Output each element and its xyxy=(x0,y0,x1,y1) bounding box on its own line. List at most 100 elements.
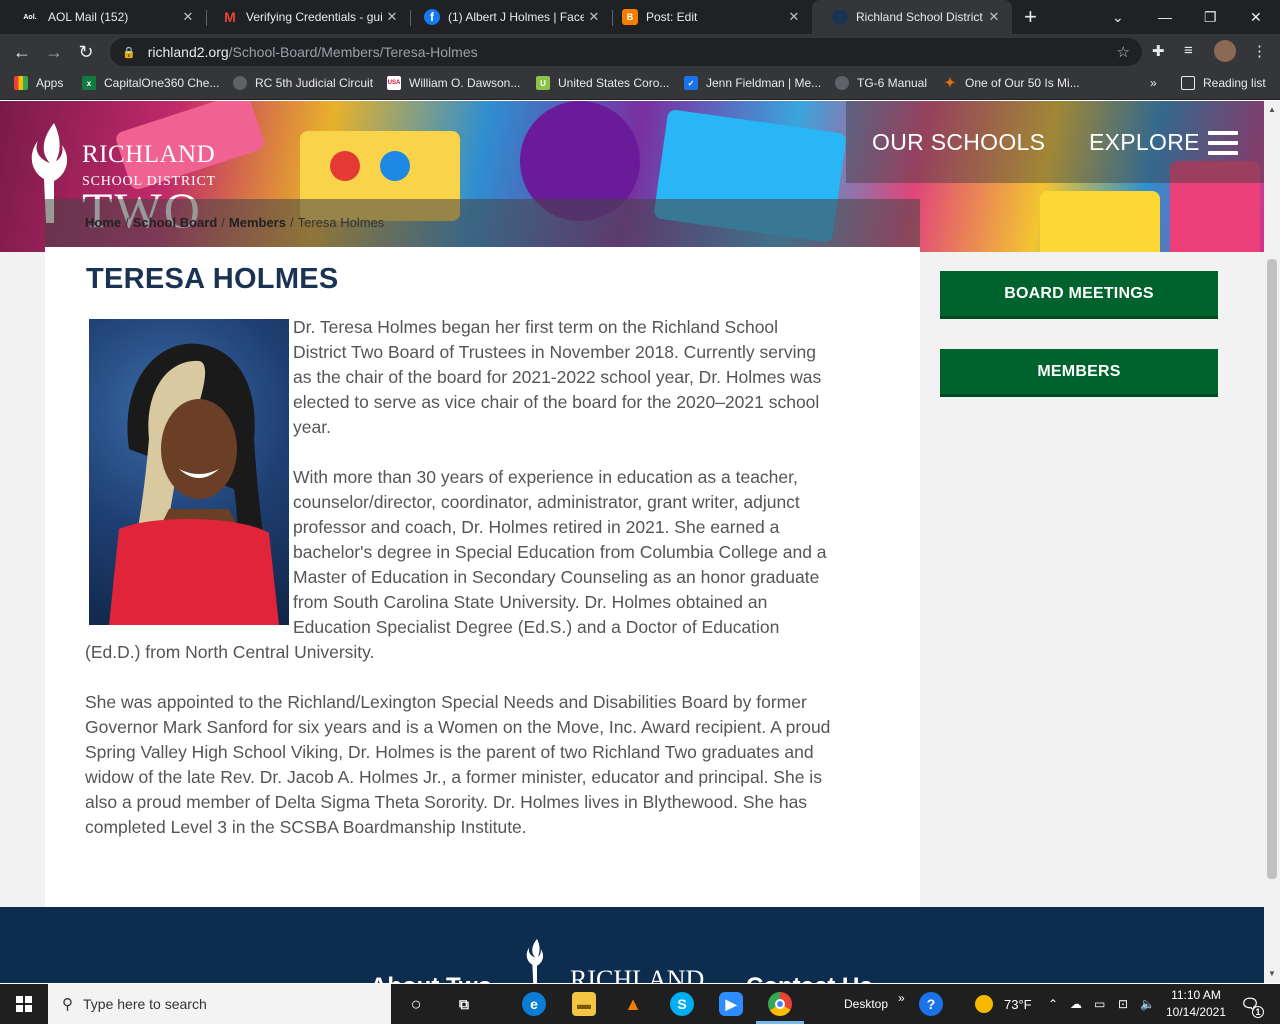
apps-grid-icon xyxy=(14,76,28,90)
reading-list-button[interactable]: Reading list xyxy=(1181,76,1266,90)
nav-explore[interactable]: EXPLORE xyxy=(1089,129,1200,156)
new-tab-button[interactable]: + xyxy=(1024,4,1037,30)
url-path: /School-Board/Members/Teresa-Holmes xyxy=(228,44,478,60)
globe-icon xyxy=(233,76,247,90)
close-icon[interactable]: ✕ xyxy=(178,9,198,25)
bookmark-capitalone[interactable]: x CapitalOne360 Che... xyxy=(82,76,219,90)
bookmark-william-dawson[interactable]: USA William O. Dawson... xyxy=(387,76,520,90)
bookmark-jenn-fieldman[interactable]: ✓ Jenn Fieldman | Me... xyxy=(684,76,821,90)
scroll-up-icon[interactable]: ▲ xyxy=(1268,105,1276,114)
main-content: TERESA HOLMES Dr. Teresa Holmes began he… xyxy=(45,247,920,907)
scroll-down-icon[interactable]: ▼ xyxy=(1268,969,1276,978)
media-control-icon[interactable]: ≡ xyxy=(1184,42,1193,59)
cortana-icon[interactable]: ○ xyxy=(404,992,428,1016)
tab-title: Verifying Credentials - gui xyxy=(246,10,382,24)
bookmark-star-icon[interactable]: ☆ xyxy=(1117,43,1130,61)
site-footer: About Two RICHLAND Contact Us xyxy=(0,907,1264,983)
edge-icon[interactable]: e xyxy=(522,992,546,1016)
lock-icon[interactable]: 🔒 xyxy=(122,46,136,59)
members-button[interactable]: MEMBERS xyxy=(940,349,1218,397)
weather-temperature[interactable]: 73°F xyxy=(1004,984,1032,1024)
tab-post-edit[interactable]: B Post: Edit ✕ xyxy=(602,0,812,34)
show-hidden-icons-icon[interactable]: ⌃ xyxy=(1048,984,1058,1024)
bookmark-rc-judicial[interactable]: RC 5th Judicial Circuit xyxy=(233,76,373,90)
breadcrumb-separator: / xyxy=(125,215,129,230)
tab-title: (1) Albert J Holmes | Faceb xyxy=(448,10,584,24)
search-placeholder: Type here to search xyxy=(83,996,207,1012)
task-view-icon[interactable]: ⧉ xyxy=(452,992,476,1016)
tab-title: AOL Mail (152) xyxy=(48,10,129,24)
close-icon[interactable]: ✕ xyxy=(382,9,402,25)
tab-facebook[interactable]: f (1) Albert J Holmes | Faceb ✕ xyxy=(404,0,612,34)
breadcrumb-home[interactable]: Home xyxy=(85,215,121,230)
close-icon[interactable]: ✕ xyxy=(784,9,804,25)
close-icon[interactable]: ✕ xyxy=(584,9,604,25)
desktop-toolbar[interactable]: Desktop xyxy=(844,984,888,1024)
hamburger-menu-icon[interactable] xyxy=(1208,131,1238,157)
help-icon[interactable]: ? xyxy=(919,992,943,1016)
breadcrumb-members[interactable]: Members xyxy=(229,215,286,230)
zoom-icon[interactable]: ▶ xyxy=(719,992,743,1016)
tab-verifying-credentials[interactable]: M Verifying Credentials - gui ✕ xyxy=(202,0,410,34)
web-page: RICHLAND SCHOOL DISTRICT TWO OUR SCHOOLS… xyxy=(0,101,1264,983)
page-scrollbar[interactable]: ▲ ▼ xyxy=(1264,101,1280,983)
taskbar-search-box[interactable]: ⚲ Type here to search xyxy=(48,984,391,1024)
onedrive-icon[interactable]: ☁ xyxy=(1070,984,1082,1024)
tab-search-icon[interactable]: ⌄ xyxy=(1112,0,1124,34)
windows-taskbar: ⚲ Type here to search ○ ⧉ e ▬ ▲ S ▶ Desk… xyxy=(0,984,1280,1024)
vlc-icon[interactable]: ▲ xyxy=(621,992,645,1016)
system-clock[interactable]: 11:10 AM 10/14/2021 xyxy=(1160,987,1232,1021)
bookmark-apps[interactable]: Apps xyxy=(14,76,63,90)
nav-our-schools[interactable]: OUR SCHOOLS xyxy=(872,129,1045,156)
volume-icon[interactable]: 🔈 xyxy=(1140,984,1155,1024)
breadcrumb-school-board[interactable]: School Board xyxy=(133,215,218,230)
file-explorer-icon[interactable]: ▬ xyxy=(572,992,596,1016)
menu-kebab-icon[interactable]: ⋮ xyxy=(1252,42,1267,60)
tab-richland-active[interactable]: Richland School District Tw ✕ xyxy=(812,0,1012,34)
aol-icon: Aol. xyxy=(23,13,37,21)
site-u-icon: U xyxy=(536,76,550,90)
profile-avatar[interactable] xyxy=(1214,40,1236,62)
restore-icon[interactable]: ❐ xyxy=(1204,0,1217,34)
skype-icon[interactable]: S xyxy=(670,992,694,1016)
scrollbar-thumb[interactable] xyxy=(1267,259,1277,879)
portrait-spacer xyxy=(85,315,293,627)
minimize-icon[interactable]: — xyxy=(1158,0,1172,34)
extensions-icon[interactable]: ✚ xyxy=(1152,42,1165,60)
usa-icon: USA xyxy=(387,76,401,90)
breadcrumb-separator: / xyxy=(221,215,225,230)
network-icon[interactable]: ⊡ xyxy=(1118,984,1128,1024)
footer-contact-heading: Contact Us xyxy=(746,973,873,983)
bio-paragraph: She was appointed to the Richland/Lexing… xyxy=(85,692,831,837)
bookmark-label: Jenn Fieldman | Me... xyxy=(706,76,822,90)
tab-aol-mail[interactable]: Aol. AOL Mail (152) ✕ xyxy=(0,0,206,34)
more-bookmarks-button[interactable]: » xyxy=(1150,76,1157,90)
bookmark-us-coronavirus[interactable]: U United States Coro... xyxy=(536,76,669,90)
back-arrow-icon[interactable]: ← xyxy=(10,40,34,64)
footer-about-heading: About Two xyxy=(370,973,492,983)
footer-logo[interactable]: RICHLAND xyxy=(520,937,720,983)
toolbar-expand-icon[interactable]: » xyxy=(898,978,905,1018)
bookmark-tg6-manual[interactable]: TG-6 Manual xyxy=(835,76,927,90)
battery-icon[interactable]: ▭ xyxy=(1094,984,1105,1024)
window-close-icon[interactable]: ✕ xyxy=(1250,0,1262,34)
chrome-icon[interactable] xyxy=(768,992,792,1016)
footer-logo-text: RICHLAND xyxy=(570,965,705,983)
notifications-icon[interactable]: 🗨 1 xyxy=(1238,992,1264,1018)
forward-arrow-icon[interactable]: → xyxy=(42,40,66,64)
blogger-icon: B xyxy=(622,9,638,25)
member-biography: Dr. Teresa Holmes began her first term o… xyxy=(85,315,835,865)
windows-start-icon[interactable] xyxy=(12,992,36,1016)
close-icon[interactable]: ✕ xyxy=(984,9,1004,25)
top-navigation: OUR SCHOOLS EXPLORE xyxy=(846,101,1264,183)
notification-count-badge: 1 xyxy=(1252,1006,1264,1018)
board-meetings-button[interactable]: BOARD MEETINGS xyxy=(940,271,1218,319)
bookmark-label: William O. Dawson... xyxy=(409,76,521,90)
address-bar[interactable]: 🔒 richland2.org /School-Board/Members/Te… xyxy=(110,38,1142,66)
breadcrumb: Home / School Board / Members / Teresa H… xyxy=(45,199,920,247)
reload-icon[interactable]: ↻ xyxy=(74,40,98,64)
browser-toolbar: ← → ↻ 🔒 richland2.org /School-Board/Memb… xyxy=(0,34,1280,70)
bookmark-one-of-our-50[interactable]: ✦ One of Our 50 Is Mi... xyxy=(943,75,1080,90)
bookmarks-bar: Apps x CapitalOne360 Che... RC 5th Judic… xyxy=(0,70,1280,100)
weather-sun-icon[interactable] xyxy=(972,992,996,1016)
